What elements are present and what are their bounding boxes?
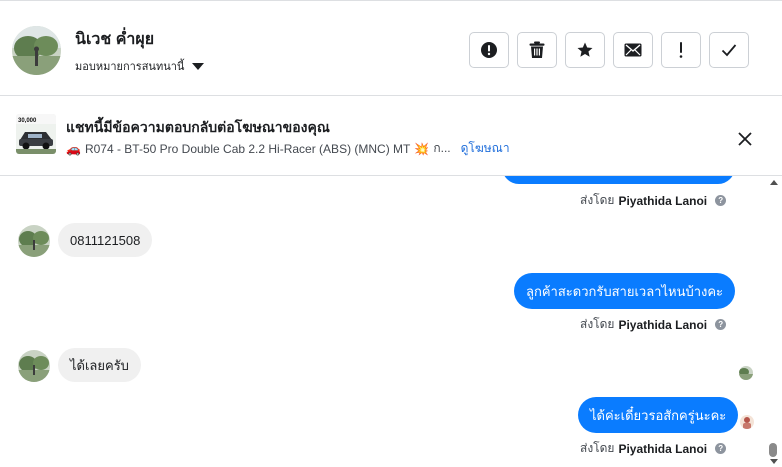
question-icon: ? xyxy=(715,443,727,454)
question-icon: ? xyxy=(715,195,727,206)
message-bubble-outgoing[interactable]: ลูกค้าสะดวกรับสายเวลาไหนบ้างคะ xyxy=(514,273,736,309)
mark-done-button[interactable] xyxy=(709,32,749,68)
ad-description: R074 - BT-50 Pro Double Cab 2.2 Hi-Racer… xyxy=(84,141,411,156)
assign-conversation-dropdown[interactable]: มอบหมายการสนทนานี้ xyxy=(75,57,205,75)
scrollbar-thumb[interactable] xyxy=(769,443,777,457)
message-bubble-outgoing[interactable] xyxy=(502,176,735,184)
ad-description-row: 🚗 R074 - BT-50 Pro Double Cab 2.2 Hi-Rac… xyxy=(66,139,510,158)
star-icon xyxy=(577,42,593,57)
contact-name: นิเวช ค่ำผุย xyxy=(75,31,155,48)
envelope-icon xyxy=(624,43,642,57)
close-banner-button[interactable] xyxy=(734,128,756,150)
mark-spam-button[interactable] xyxy=(469,32,509,68)
ad-description-trail: ก... xyxy=(433,141,451,155)
car-icon: 🚗 xyxy=(66,141,81,156)
follow-up-button[interactable] xyxy=(661,32,701,68)
view-ad-link[interactable]: ดูโฆษณา xyxy=(461,139,510,158)
burst-icon: 💥 xyxy=(414,141,430,156)
sent-by-agent: Piyathida Lanoi xyxy=(618,317,708,332)
ad-reply-banner: 30,000 แชทนี้มีข้อความตอบกลับต่อโฆษณาของ… xyxy=(0,97,782,176)
ad-banner-title: แชทนี้มีข้อความตอบกลับต่อโฆษณาของคุณ xyxy=(66,119,330,135)
message-bubble-outgoing[interactable]: ได้ค่ะเดี๋ยวรอสักครู่นะคะ xyxy=(578,397,739,433)
close-icon xyxy=(738,132,752,146)
sent-by-agent: Piyathida Lanoi xyxy=(618,193,708,208)
message-bubble-incoming[interactable]: 0811121508 xyxy=(58,223,153,257)
sent-by-label: ส่งโดย Piyathida Lanoi ? xyxy=(580,191,727,210)
sent-by-prefix: ส่งโดย xyxy=(580,193,615,207)
question-icon: ? xyxy=(715,319,727,330)
agent-avatar xyxy=(740,415,754,429)
chat-scrollbar[interactable] xyxy=(766,176,782,467)
assign-label: มอบหมายการสนทนานี้ xyxy=(75,61,185,73)
contact-avatar[interactable] xyxy=(12,26,61,75)
contact-avatar-small[interactable] xyxy=(18,350,50,382)
checkmark-icon xyxy=(721,44,737,57)
scroll-down-arrow-icon[interactable] xyxy=(770,459,778,464)
exclamation-icon xyxy=(679,42,683,58)
sent-by-prefix: ส่งโดย xyxy=(580,317,615,331)
read-receipt-avatar xyxy=(739,366,753,380)
trash-icon xyxy=(529,41,545,58)
mark-unread-button[interactable] xyxy=(613,32,653,68)
sent-by-prefix: ส่งโดย xyxy=(580,441,615,455)
message-bubble-incoming[interactable]: ได้เลยครับ xyxy=(58,348,141,382)
sent-by-label: ส่งโดย Piyathida Lanoi ? xyxy=(580,315,727,334)
alert-circle-icon xyxy=(481,42,497,58)
message-thread[interactable]: ส่งโดย Piyathida Lanoi ? 0811121508 ลูกค… xyxy=(0,176,768,467)
conversation-header: นิเวช ค่ำผุย มอบหมายการสนทนานี้ xyxy=(0,0,782,96)
contact-avatar-small[interactable] xyxy=(18,225,50,257)
star-button[interactable] xyxy=(565,32,605,68)
conversation-actions xyxy=(469,32,749,68)
ad-thumbnail[interactable]: 30,000 xyxy=(16,114,56,154)
ad-thumb-price: 30,000 xyxy=(18,118,37,124)
sent-by-agent: Piyathida Lanoi xyxy=(618,441,708,456)
sent-by-label: ส่งโดย Piyathida Lanoi ? xyxy=(580,439,727,458)
delete-button[interactable] xyxy=(517,32,557,68)
caret-down-icon xyxy=(192,62,205,70)
scroll-up-arrow-icon[interactable] xyxy=(770,180,778,185)
